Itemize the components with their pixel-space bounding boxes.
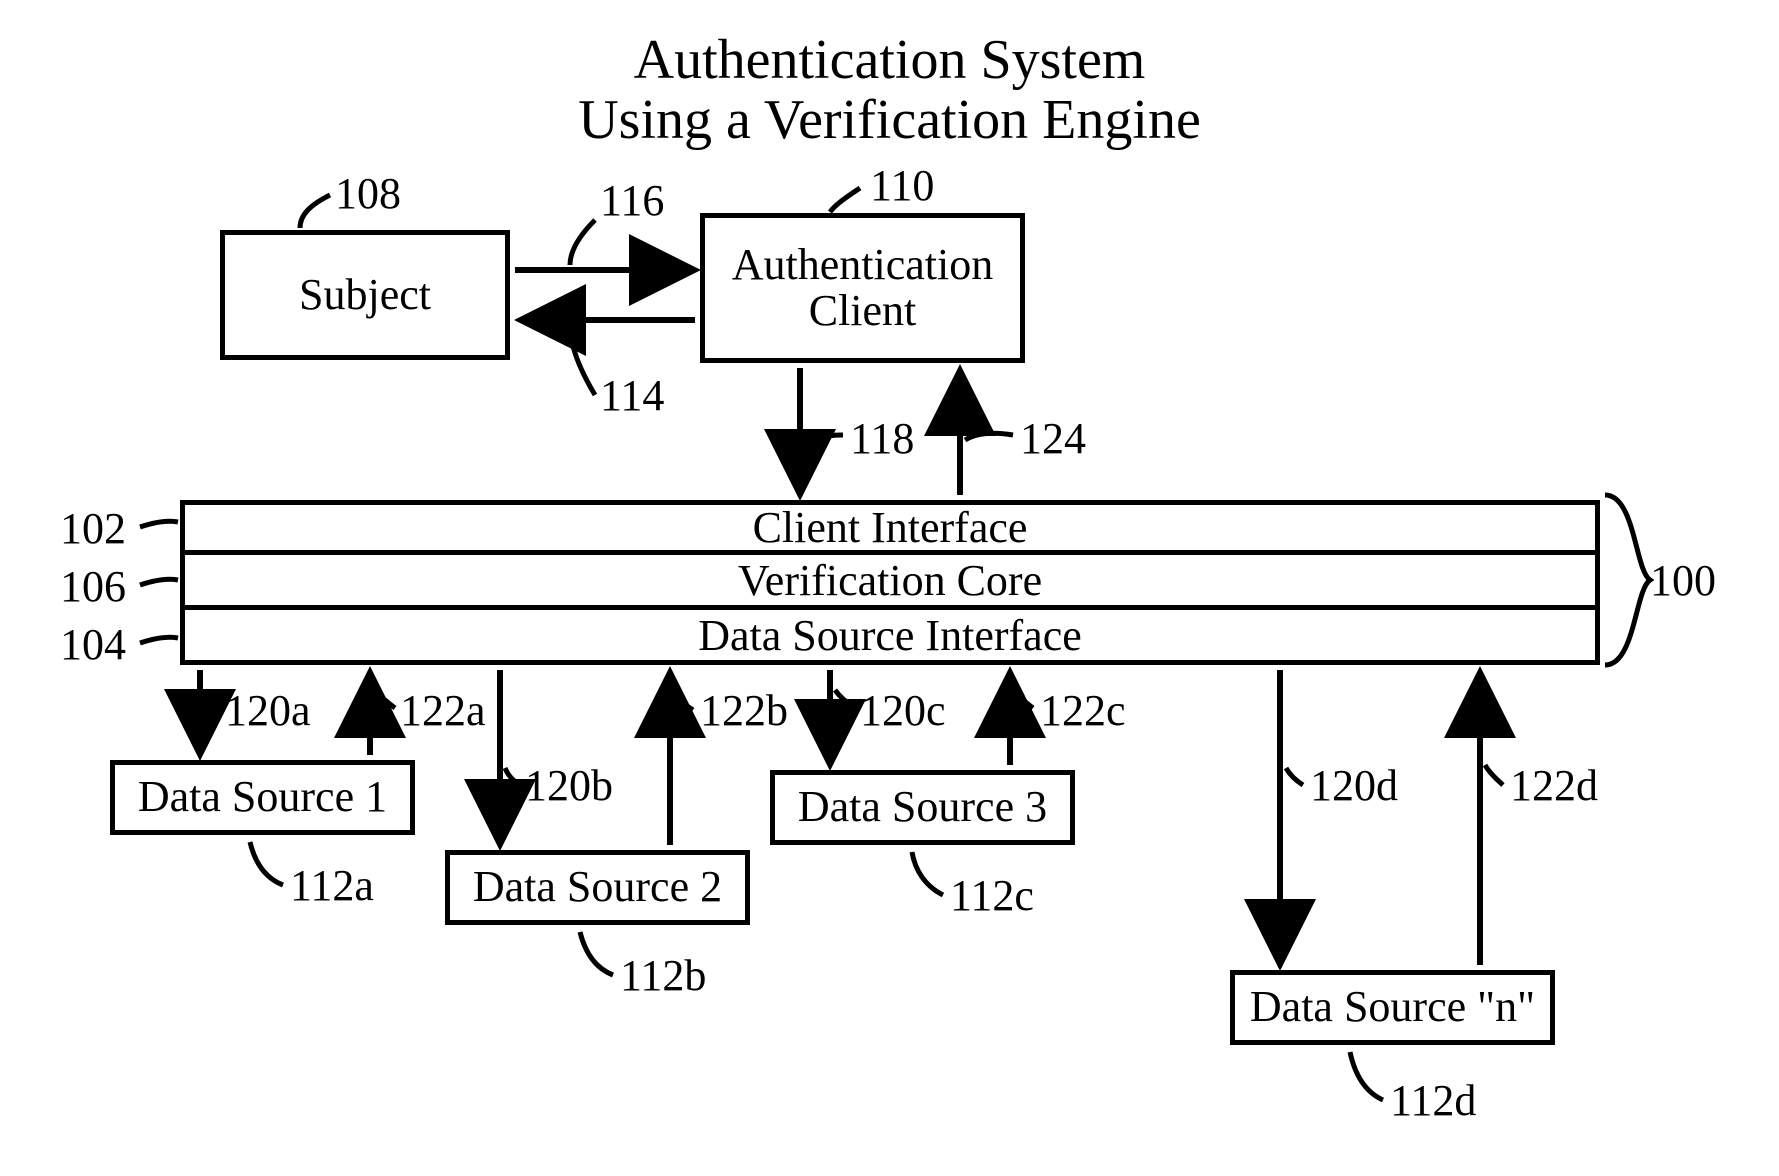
label-120a: 120a <box>225 685 311 736</box>
box-subject: Subject <box>220 230 510 360</box>
box-ds3: Data Source 3 <box>770 770 1075 845</box>
label-106: 106 <box>60 561 126 612</box>
diagram-stage: Authentication System Using a Verificati… <box>0 0 1779 1176</box>
label-114: 114 <box>600 370 664 421</box>
label-122c: 122c <box>1040 685 1126 736</box>
label-120b: 120b <box>525 760 613 811</box>
label-120d: 120d <box>1310 760 1398 811</box>
box-ds2-label: Data Source 2 <box>473 864 722 910</box>
label-108: 108 <box>335 168 401 219</box>
label-112b: 112b <box>620 950 706 1001</box>
bar-client-interface-label: Client Interface <box>753 502 1028 553</box>
box-ds1-label: Data Source 1 <box>138 774 387 820</box>
bar-data-source-interface: Data Source Interface <box>180 610 1600 665</box>
diagram-title-line1: Authentication System <box>0 30 1779 92</box>
label-116: 116 <box>600 175 664 226</box>
bar-verification-core-label: Verification Core <box>738 555 1042 606</box>
label-112a: 112a <box>290 860 374 911</box>
label-102: 102 <box>60 503 126 554</box>
box-ds1: Data Source 1 <box>110 760 415 835</box>
box-dsn-label: Data Source "n" <box>1250 984 1535 1030</box>
label-112c: 112c <box>950 870 1034 921</box>
bar-data-source-interface-label: Data Source Interface <box>698 610 1082 661</box>
bar-verification-core: Verification Core <box>180 555 1600 610</box>
box-auth-client: Authentication Client <box>700 213 1025 363</box>
label-100: 100 <box>1650 555 1716 606</box>
label-112d: 112d <box>1390 1075 1476 1126</box>
box-ds2: Data Source 2 <box>445 850 750 925</box>
diagram-title-line2: Using a Verification Engine <box>0 90 1779 152</box>
box-auth-client-label: Authentication Client <box>732 242 994 334</box>
label-104: 104 <box>60 619 126 670</box>
label-122d: 122d <box>1510 760 1598 811</box>
bar-client-interface: Client Interface <box>180 500 1600 555</box>
box-ds3-label: Data Source 3 <box>798 784 1047 830</box>
label-122b: 122b <box>700 685 788 736</box>
box-dsn: Data Source "n" <box>1230 970 1555 1045</box>
label-120c: 120c <box>860 685 946 736</box>
label-122a: 122a <box>400 685 486 736</box>
label-118: 118 <box>850 413 914 464</box>
box-subject-label: Subject <box>299 272 431 318</box>
label-110: 110 <box>870 160 934 211</box>
label-124: 124 <box>1020 413 1086 464</box>
